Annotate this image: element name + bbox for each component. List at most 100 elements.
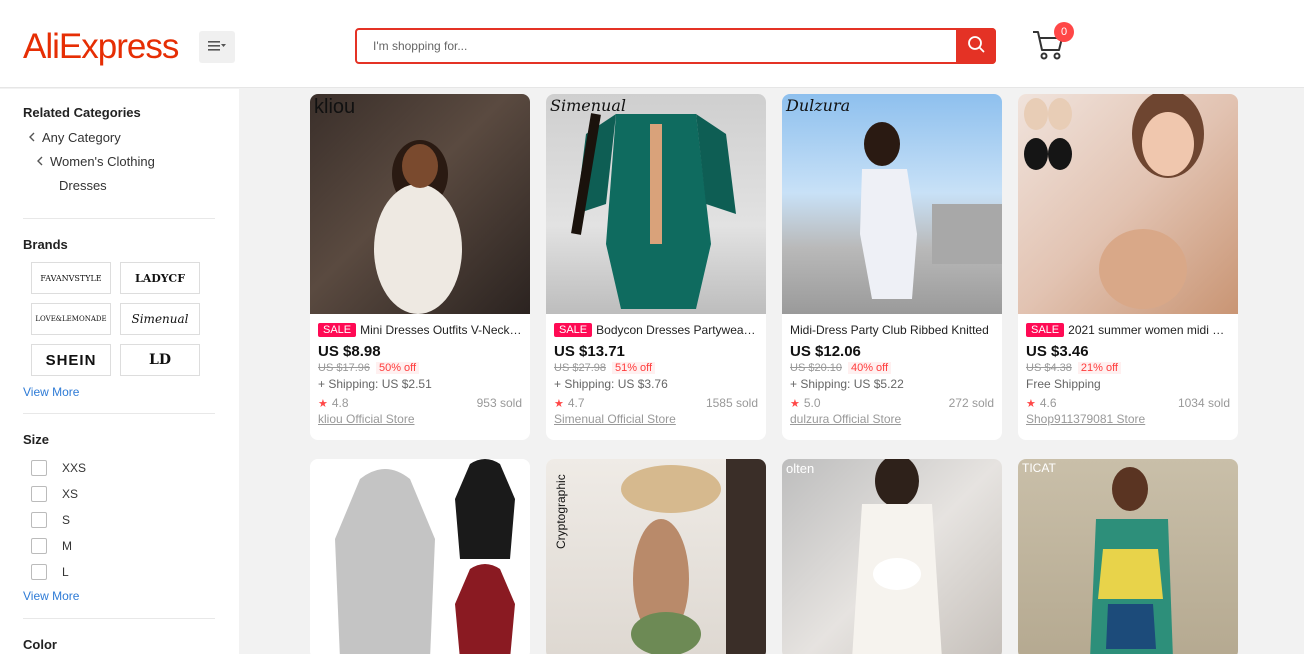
rating: ★ 4.6 bbox=[1026, 396, 1057, 410]
product-price: US $13.71 bbox=[554, 343, 625, 360]
rating: ★ 5.0 bbox=[790, 396, 821, 410]
product-title-text: 2021 summer women midi dress bbox=[1068, 323, 1230, 337]
rating-value: 4.6 bbox=[1039, 396, 1057, 410]
divider bbox=[23, 218, 215, 219]
cart-count-badge: 0 bbox=[1054, 22, 1074, 42]
product-card[interactable]: olten bbox=[782, 459, 1002, 654]
product-card[interactable]: Cryptographic bbox=[546, 459, 766, 654]
image-brand-mark: TICAT bbox=[1022, 461, 1056, 475]
size-label: XS bbox=[62, 487, 79, 501]
related-categories-title: Related Categories bbox=[23, 105, 141, 120]
category-menu-button[interactable] bbox=[199, 31, 235, 63]
product-title-text: Bodycon Dresses Partywear Women bbox=[596, 323, 758, 337]
shipping-info: Free Shipping bbox=[1026, 377, 1101, 391]
top-header: AliExpress I'm shopping for... 0 bbox=[0, 0, 1304, 88]
product-price: US $8.98 bbox=[318, 343, 381, 360]
rating-value: 5.0 bbox=[803, 396, 821, 410]
search-bar bbox=[355, 28, 996, 64]
brand-favanvstyle[interactable]: FAVANVSTYLE bbox=[31, 262, 111, 294]
brand-grid: FAVANVSTYLE LADYCF LOVE&LEMONADE Simenua… bbox=[31, 262, 215, 376]
brand-love-lemonade[interactable]: LOVE&LEMONADE bbox=[31, 303, 111, 335]
store-link[interactable]: Shop911379081 Store bbox=[1026, 412, 1230, 426]
shipping-info: + Shipping: US $2.51 bbox=[318, 377, 432, 391]
checkbox[interactable] bbox=[31, 538, 47, 554]
rating-value: 4.8 bbox=[331, 396, 349, 410]
original-price: US $27.98 bbox=[554, 362, 606, 374]
category-label: Dresses bbox=[59, 177, 107, 193]
star-icon: ★ bbox=[318, 397, 328, 410]
original-price: US $20.10 bbox=[790, 362, 842, 374]
size-option-xxs[interactable]: XXS bbox=[31, 455, 215, 481]
size-option-s[interactable]: S bbox=[31, 507, 215, 533]
product-image[interactable]: olten bbox=[782, 459, 1002, 654]
checkbox[interactable] bbox=[31, 512, 47, 528]
product-title[interactable]: SALE 2021 summer women midi dress bbox=[1026, 322, 1230, 338]
chevron-left-icon bbox=[37, 156, 43, 166]
product-card[interactable]: TICAT bbox=[1018, 459, 1238, 654]
product-title-text: Midi-Dress Party Club Ribbed Knitted bbox=[790, 323, 989, 337]
size-label: M bbox=[62, 539, 72, 553]
size-option-m[interactable]: M bbox=[31, 533, 215, 559]
product-title[interactable]: Midi-Dress Party Club Ribbed Knitted bbox=[790, 322, 994, 338]
size-option-l[interactable]: L bbox=[31, 559, 215, 585]
search-icon bbox=[967, 35, 985, 58]
product-image[interactable] bbox=[310, 459, 530, 654]
product-card[interactable]: SALE 2021 summer women midi dress US $3.… bbox=[1018, 94, 1238, 440]
search-input[interactable] bbox=[357, 30, 956, 62]
sold-count: 1034 sold bbox=[1177, 396, 1230, 410]
discount-badge: 40% off bbox=[847, 362, 892, 374]
filter-sidebar: Related Categories Any Category Women's … bbox=[0, 89, 239, 654]
product-image[interactable]: Cryptographic bbox=[546, 459, 766, 654]
product-card[interactable]: Dulzura Midi-Dress Party Club Ribbed Kni… bbox=[782, 94, 1002, 440]
sold-count: 1585 sold bbox=[705, 396, 758, 410]
sale-badge: SALE bbox=[554, 323, 593, 337]
size-option-xs[interactable]: XS bbox=[31, 481, 215, 507]
product-card[interactable] bbox=[310, 459, 530, 654]
product-price: US $12.06 bbox=[790, 343, 861, 360]
category-any[interactable]: Any Category bbox=[29, 129, 215, 145]
search-button[interactable] bbox=[956, 28, 996, 64]
product-image[interactable] bbox=[1018, 94, 1238, 314]
category-womens-clothing[interactable]: Women's Clothing bbox=[37, 153, 215, 169]
menu-icon bbox=[208, 38, 226, 56]
sold-count: 953 sold bbox=[476, 396, 522, 410]
brand-ladycf[interactable]: LADYCF bbox=[120, 262, 200, 294]
category-label: Any Category bbox=[42, 129, 121, 145]
product-card[interactable]: Simenual SALE Bodycon Dresses Partywear … bbox=[546, 94, 766, 440]
divider bbox=[23, 618, 215, 619]
brand-shein[interactable]: SHEIN bbox=[31, 344, 111, 376]
brands-view-more-link[interactable]: View More bbox=[23, 385, 215, 399]
aliexpress-logo[interactable]: AliExpress bbox=[23, 27, 179, 67]
chevron-left-icon bbox=[29, 132, 35, 142]
brands-title: Brands bbox=[23, 237, 68, 252]
product-title[interactable]: SALE Mini Dresses Outfits V-Neck Sexy Cl… bbox=[318, 322, 522, 338]
product-image[interactable]: kliou bbox=[310, 94, 530, 314]
category-dresses[interactable]: Dresses bbox=[59, 177, 215, 193]
brand-ld[interactable]: LD bbox=[120, 344, 200, 376]
sale-badge: SALE bbox=[1026, 323, 1065, 337]
size-view-more-link[interactable]: View More bbox=[23, 589, 215, 603]
sold-count: 272 sold bbox=[948, 396, 994, 410]
store-link[interactable]: kliou Official Store bbox=[318, 412, 522, 426]
checkbox[interactable] bbox=[31, 486, 47, 502]
star-icon: ★ bbox=[790, 397, 800, 410]
product-image[interactable]: Simenual bbox=[546, 94, 766, 314]
product-card[interactable]: kliou SALE Mini Dresses Outfits V-Neck S… bbox=[310, 94, 530, 440]
checkbox[interactable] bbox=[31, 460, 47, 476]
checkbox[interactable] bbox=[31, 564, 47, 580]
store-link[interactable]: dulzura Official Store bbox=[790, 412, 994, 426]
size-label: L bbox=[62, 565, 69, 579]
image-brand-mark: olten bbox=[786, 461, 815, 476]
product-title[interactable]: SALE Bodycon Dresses Partywear Women bbox=[554, 322, 758, 338]
size-label: S bbox=[62, 513, 71, 527]
category-label: Women's Clothing bbox=[50, 153, 155, 169]
color-title: Color bbox=[23, 637, 57, 652]
product-image[interactable]: Dulzura bbox=[782, 94, 1002, 314]
brand-simenual[interactable]: Simenual bbox=[120, 303, 200, 335]
product-image[interactable]: TICAT bbox=[1018, 459, 1238, 654]
image-brand-mark: Dulzura bbox=[786, 96, 851, 115]
original-price: US $4.38 bbox=[1026, 362, 1072, 374]
image-brand-mark: Simenual bbox=[550, 96, 626, 115]
star-icon: ★ bbox=[554, 397, 564, 410]
store-link[interactable]: Simenual Official Store bbox=[554, 412, 758, 426]
